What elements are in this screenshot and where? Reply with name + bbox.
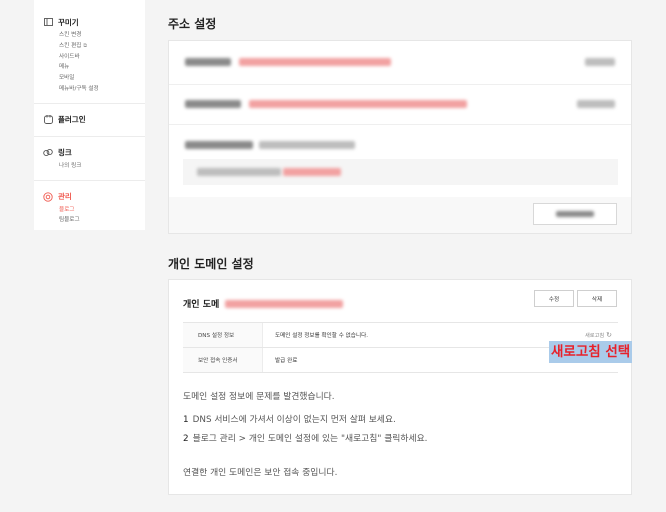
redacted-url — [249, 100, 467, 108]
ssl-cert-label: 보안 접속 인증서 — [183, 348, 263, 372]
sidebar-head-manage[interactable]: 관리 — [43, 189, 145, 205]
sidebar-head-label: 관리 — [58, 192, 72, 202]
redacted-label — [185, 141, 253, 149]
redacted-value — [283, 168, 341, 176]
external-link-icon: ⧉ — [83, 42, 87, 49]
sidebar-group-decorate: 꾸미기 스킨 변경 스킨 편집 ⧉ 사이드바 메뉴 모바일 메뉴바/구독 설정 — [34, 0, 145, 103]
sidebar-item-my-links[interactable]: 나의 링크 — [43, 161, 145, 172]
redacted-label — [556, 211, 594, 217]
domain-name-row: 개인 도메 — [183, 297, 344, 310]
redacted-domain — [225, 299, 344, 308]
address-row-custom — [169, 125, 631, 195]
redacted-status — [577, 100, 615, 108]
address-panel — [168, 40, 632, 234]
sidebar-head-plugin[interactable]: 플러그인 — [43, 112, 145, 128]
sidebar: 꾸미기 스킨 변경 스킨 편집 ⧉ 사이드바 메뉴 모바일 메뉴바/구독 설정 플… — [34, 0, 145, 230]
domain-section-title: 개인 도메인 설정 — [168, 257, 254, 271]
sidebar-head-label: 꾸미기 — [58, 17, 79, 27]
annotation-label: 새로고침 선택 — [549, 341, 633, 363]
gear-icon — [43, 191, 53, 202]
redacted-button[interactable] — [533, 203, 617, 225]
secure-status-text: 연결한 개인 도메인은 보안 접속 중입니다. — [183, 468, 338, 478]
sidebar-group-manage: 관리 블로그 팀블로그 — [34, 179, 145, 235]
sidebar-item-menu[interactable]: 메뉴 — [43, 62, 145, 73]
sidebar-item-menubar-subscribe[interactable]: 메뉴바/구독 설정 — [43, 84, 145, 95]
sidebar-item-blog[interactable]: 블로그 — [43, 205, 145, 216]
redacted-text — [259, 141, 355, 149]
address-row-secondary — [169, 85, 631, 125]
redacted-input[interactable] — [183, 159, 618, 185]
step-text: DNS 서비스에 가셔서 이상이 없는지 먼저 살펴 보세요. — [192, 415, 396, 425]
redacted-label — [185, 58, 231, 66]
sidebar-item-skin-edit[interactable]: 스킨 편집 ⧉ — [43, 41, 145, 52]
refresh-label: 새로고침 — [585, 332, 605, 339]
plugin-icon — [43, 115, 53, 125]
sidebar-head-link[interactable]: 링크 — [43, 145, 145, 161]
layout-icon — [43, 17, 53, 27]
address-row-primary — [169, 41, 631, 85]
help-step-1: 1 DNS 서비스에 가셔서 이상이 없는지 먼저 살펴 보세요. — [183, 412, 396, 425]
sidebar-head-decorate[interactable]: 꾸미기 — [43, 14, 145, 30]
sidebar-item-sidebar[interactable]: 사이드바 — [43, 52, 145, 63]
delete-button[interactable]: 삭제 — [577, 290, 617, 307]
redacted-status — [585, 58, 615, 66]
sidebar-item-label: 스킨 편집 — [59, 42, 82, 49]
refresh-icon: ↻ — [606, 331, 612, 339]
address-footer — [169, 197, 631, 233]
step-text: 블로그 관리 > 개인 도메인 설정에 있는 "새로고침" 클릭하세요. — [192, 434, 428, 444]
sidebar-item-skin-change[interactable]: 스킨 변경 — [43, 30, 145, 41]
step-number: 2 — [183, 434, 189, 444]
dns-info-value: 도메인 설정 정보를 확인할 수 없습니다. — [275, 333, 369, 339]
ssl-cert-value: 발급 완료 — [275, 358, 298, 364]
sidebar-item-team-blog[interactable]: 팀블로그 — [43, 215, 145, 226]
redacted-label — [185, 100, 241, 108]
help-step-2: 2 블로그 관리 > 개인 도메인 설정에 있는 "새로고침" 클릭하세요. — [183, 431, 427, 444]
sidebar-group-plugin: 플러그인 — [34, 102, 145, 136]
sidebar-head-label: 링크 — [58, 148, 72, 158]
dns-info-label: DNS 설정 정보 — [183, 323, 263, 347]
link-icon — [43, 148, 53, 158]
redacted-value — [197, 168, 281, 176]
help-intro: 도메인 설정 정보에 문제를 발견했습니다. — [183, 392, 335, 402]
sidebar-group-link: 링크 나의 링크 — [34, 135, 145, 180]
sidebar-item-mobile[interactable]: 모바일 — [43, 73, 145, 84]
domain-label: 개인 도메 — [183, 300, 220, 310]
redacted-url — [239, 58, 391, 66]
step-number: 1 — [183, 415, 189, 425]
sidebar-head-label: 플러그인 — [58, 115, 86, 125]
domain-panel: 개인 도메 수정 삭제 DNS 설정 정보 도메인 설정 정보를 확인할 수 없… — [168, 279, 632, 495]
address-section-title: 주소 설정 — [168, 17, 217, 31]
edit-button[interactable]: 수정 — [534, 290, 574, 307]
